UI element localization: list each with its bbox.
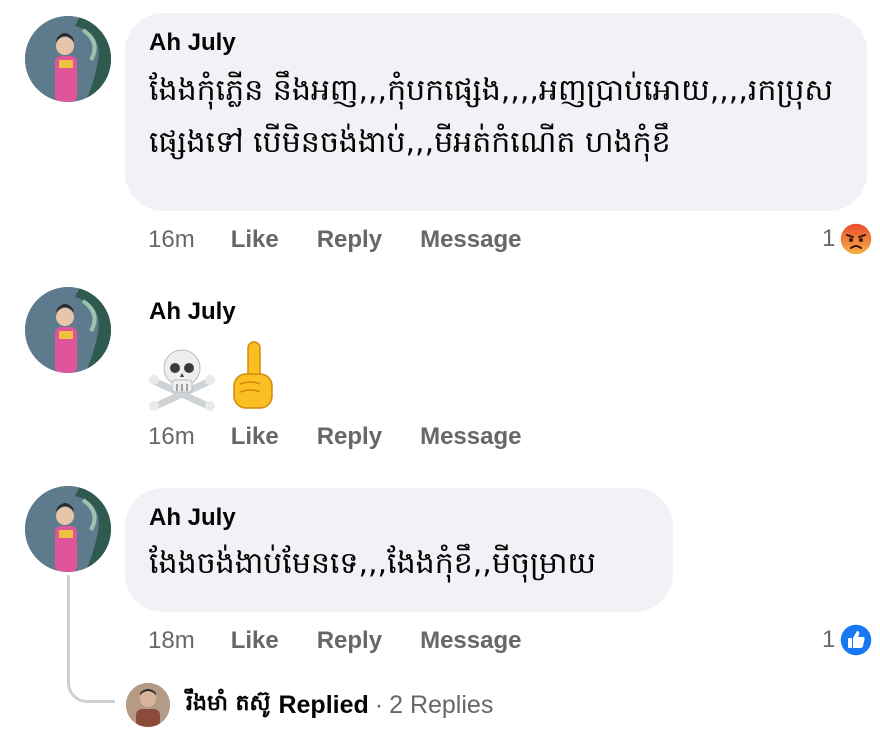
comment-bubble: Ah July ងែងចង់ងាប់មែនទេ,,,ងែងកុំខឹ,,មីចុ… <box>125 488 673 612</box>
reaction-count: 1 <box>822 225 836 252</box>
commenter-avatar[interactable] <box>25 287 111 373</box>
reply-button[interactable]: Reply <box>317 627 382 655</box>
comment-text: ងែងកុំភ្លើន នឹងអញ,,,កុំបកផ្សេង,,,,អញប្រា… <box>149 73 833 160</box>
pointing-up-icon <box>233 341 273 409</box>
replier-name[interactable]: រឹងមាំ តស៊ូ <box>186 689 270 721</box>
comment-author[interactable]: Ah July <box>149 502 649 534</box>
like-reaction-icon <box>839 623 874 657</box>
angry-reaction-icon <box>839 222 874 256</box>
comment-emojis <box>148 340 276 412</box>
skull-and-crossbones-icon <box>149 349 215 411</box>
comment-bubble: Ah July ងែងកុំភ្លើន នឹងអញ,,,កុំបកផ្សេង,,… <box>125 13 867 211</box>
comment-actions: 16m Like Reply Message <box>148 423 559 451</box>
message-button[interactable]: Message <box>420 627 521 655</box>
like-button[interactable]: Like <box>231 226 279 254</box>
comment-timestamp[interactable]: 16m <box>148 226 195 254</box>
view-replies-link[interactable]: រឹងមាំ តស៊ូ Replied · 2 Replies <box>126 682 493 728</box>
reaction-summary[interactable]: 1 <box>822 222 874 256</box>
commenter-avatar[interactable] <box>25 16 111 102</box>
reaction-count: 1 <box>822 626 836 653</box>
replies-count[interactable]: 2 Replies <box>389 691 493 720</box>
message-button[interactable]: Message <box>420 226 521 254</box>
comment-timestamp[interactable]: 18m <box>148 627 195 655</box>
reply-button[interactable]: Reply <box>317 423 382 451</box>
comment-author[interactable]: Ah July <box>149 296 236 328</box>
reaction-summary[interactable]: 1 <box>822 623 874 657</box>
comment-actions: 18m Like Reply Message <box>148 627 559 655</box>
reply-button[interactable]: Reply <box>317 226 382 254</box>
commenter-avatar[interactable] <box>25 486 111 572</box>
comment-text: ងែងចង់ងាប់មែនទេ,,,ងែងកុំខឹ,,មីចុម្រាយ <box>149 546 596 581</box>
like-button[interactable]: Like <box>231 627 279 655</box>
message-button[interactable]: Message <box>420 423 521 451</box>
comment-actions: 16m Like Reply Message <box>148 226 559 254</box>
like-button[interactable]: Like <box>231 423 279 451</box>
replier-avatar <box>126 683 170 727</box>
comment-timestamp[interactable]: 16m <box>148 423 195 451</box>
comment-author[interactable]: Ah July <box>149 27 843 59</box>
replied-label: Replied <box>278 690 369 719</box>
thread-connector-line <box>67 575 115 703</box>
separator-dot: · <box>374 690 384 719</box>
